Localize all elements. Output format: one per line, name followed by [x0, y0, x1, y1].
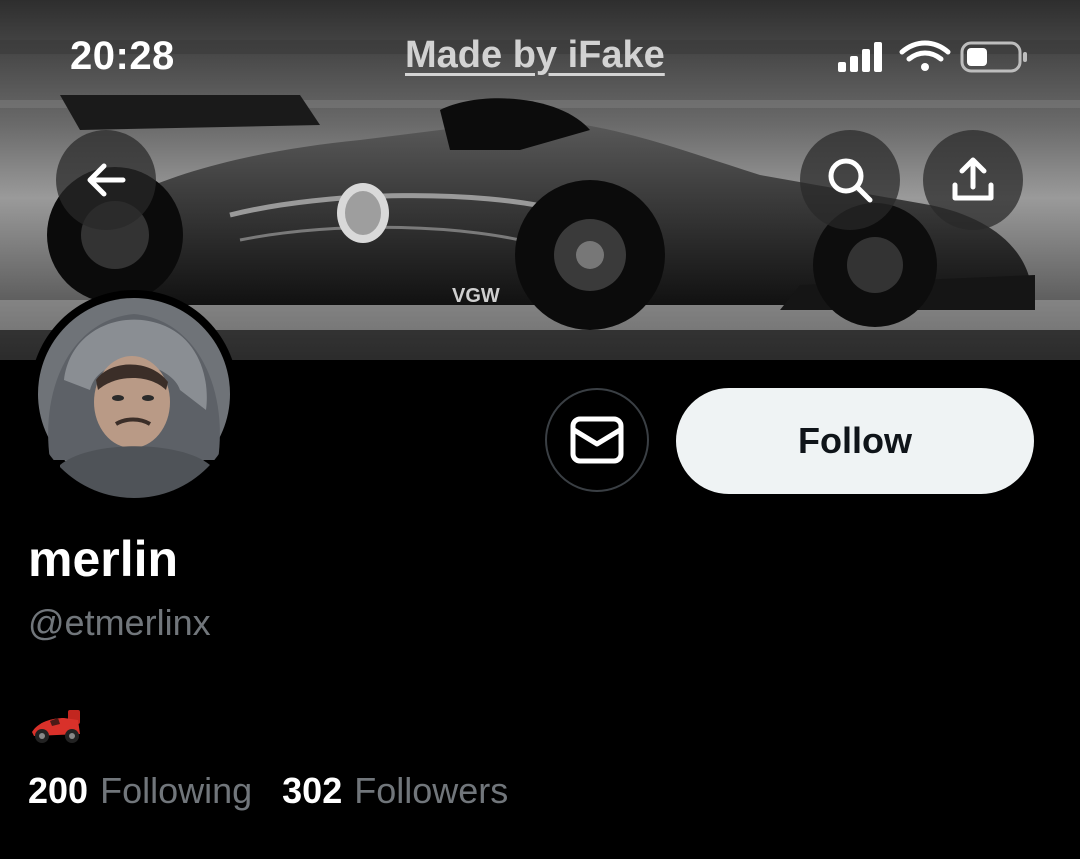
avatar-photo	[38, 298, 230, 498]
watermark-label: Made by iFake	[405, 34, 665, 76]
user-handle: @etmerlinx	[28, 602, 211, 643]
bio	[28, 708, 88, 748]
search-icon	[828, 158, 873, 203]
share-icon	[952, 157, 994, 201]
wifi-icon	[899, 40, 951, 71]
race-car-emoji	[32, 710, 80, 743]
back-button[interactable]	[56, 130, 156, 230]
followers-count: 302	[282, 770, 343, 811]
search-button[interactable]	[800, 130, 900, 230]
svg-text:VGW: VGW	[452, 285, 500, 307]
profile-stats: 200 Following 302 Followers	[28, 770, 508, 812]
followers-label: Followers	[354, 770, 509, 811]
share-button[interactable]	[923, 130, 1023, 230]
followers-stat[interactable]: 302 Followers	[282, 770, 508, 812]
profile-avatar[interactable]	[30, 290, 238, 498]
following-label: Following	[100, 770, 253, 811]
battery-icon	[960, 41, 1027, 73]
status-icons	[836, 38, 1036, 78]
cellular-signal-icon	[838, 42, 882, 72]
follow-button[interactable]: Follow	[676, 388, 1034, 494]
following-count: 200	[28, 770, 89, 811]
back-arrow-icon	[87, 163, 126, 197]
display-name: merlin	[28, 531, 179, 587]
status-time: 20:28	[70, 34, 175, 78]
following-stat[interactable]: 200 Following	[28, 770, 252, 812]
mail-icon	[570, 416, 624, 464]
message-button[interactable]	[545, 388, 649, 492]
